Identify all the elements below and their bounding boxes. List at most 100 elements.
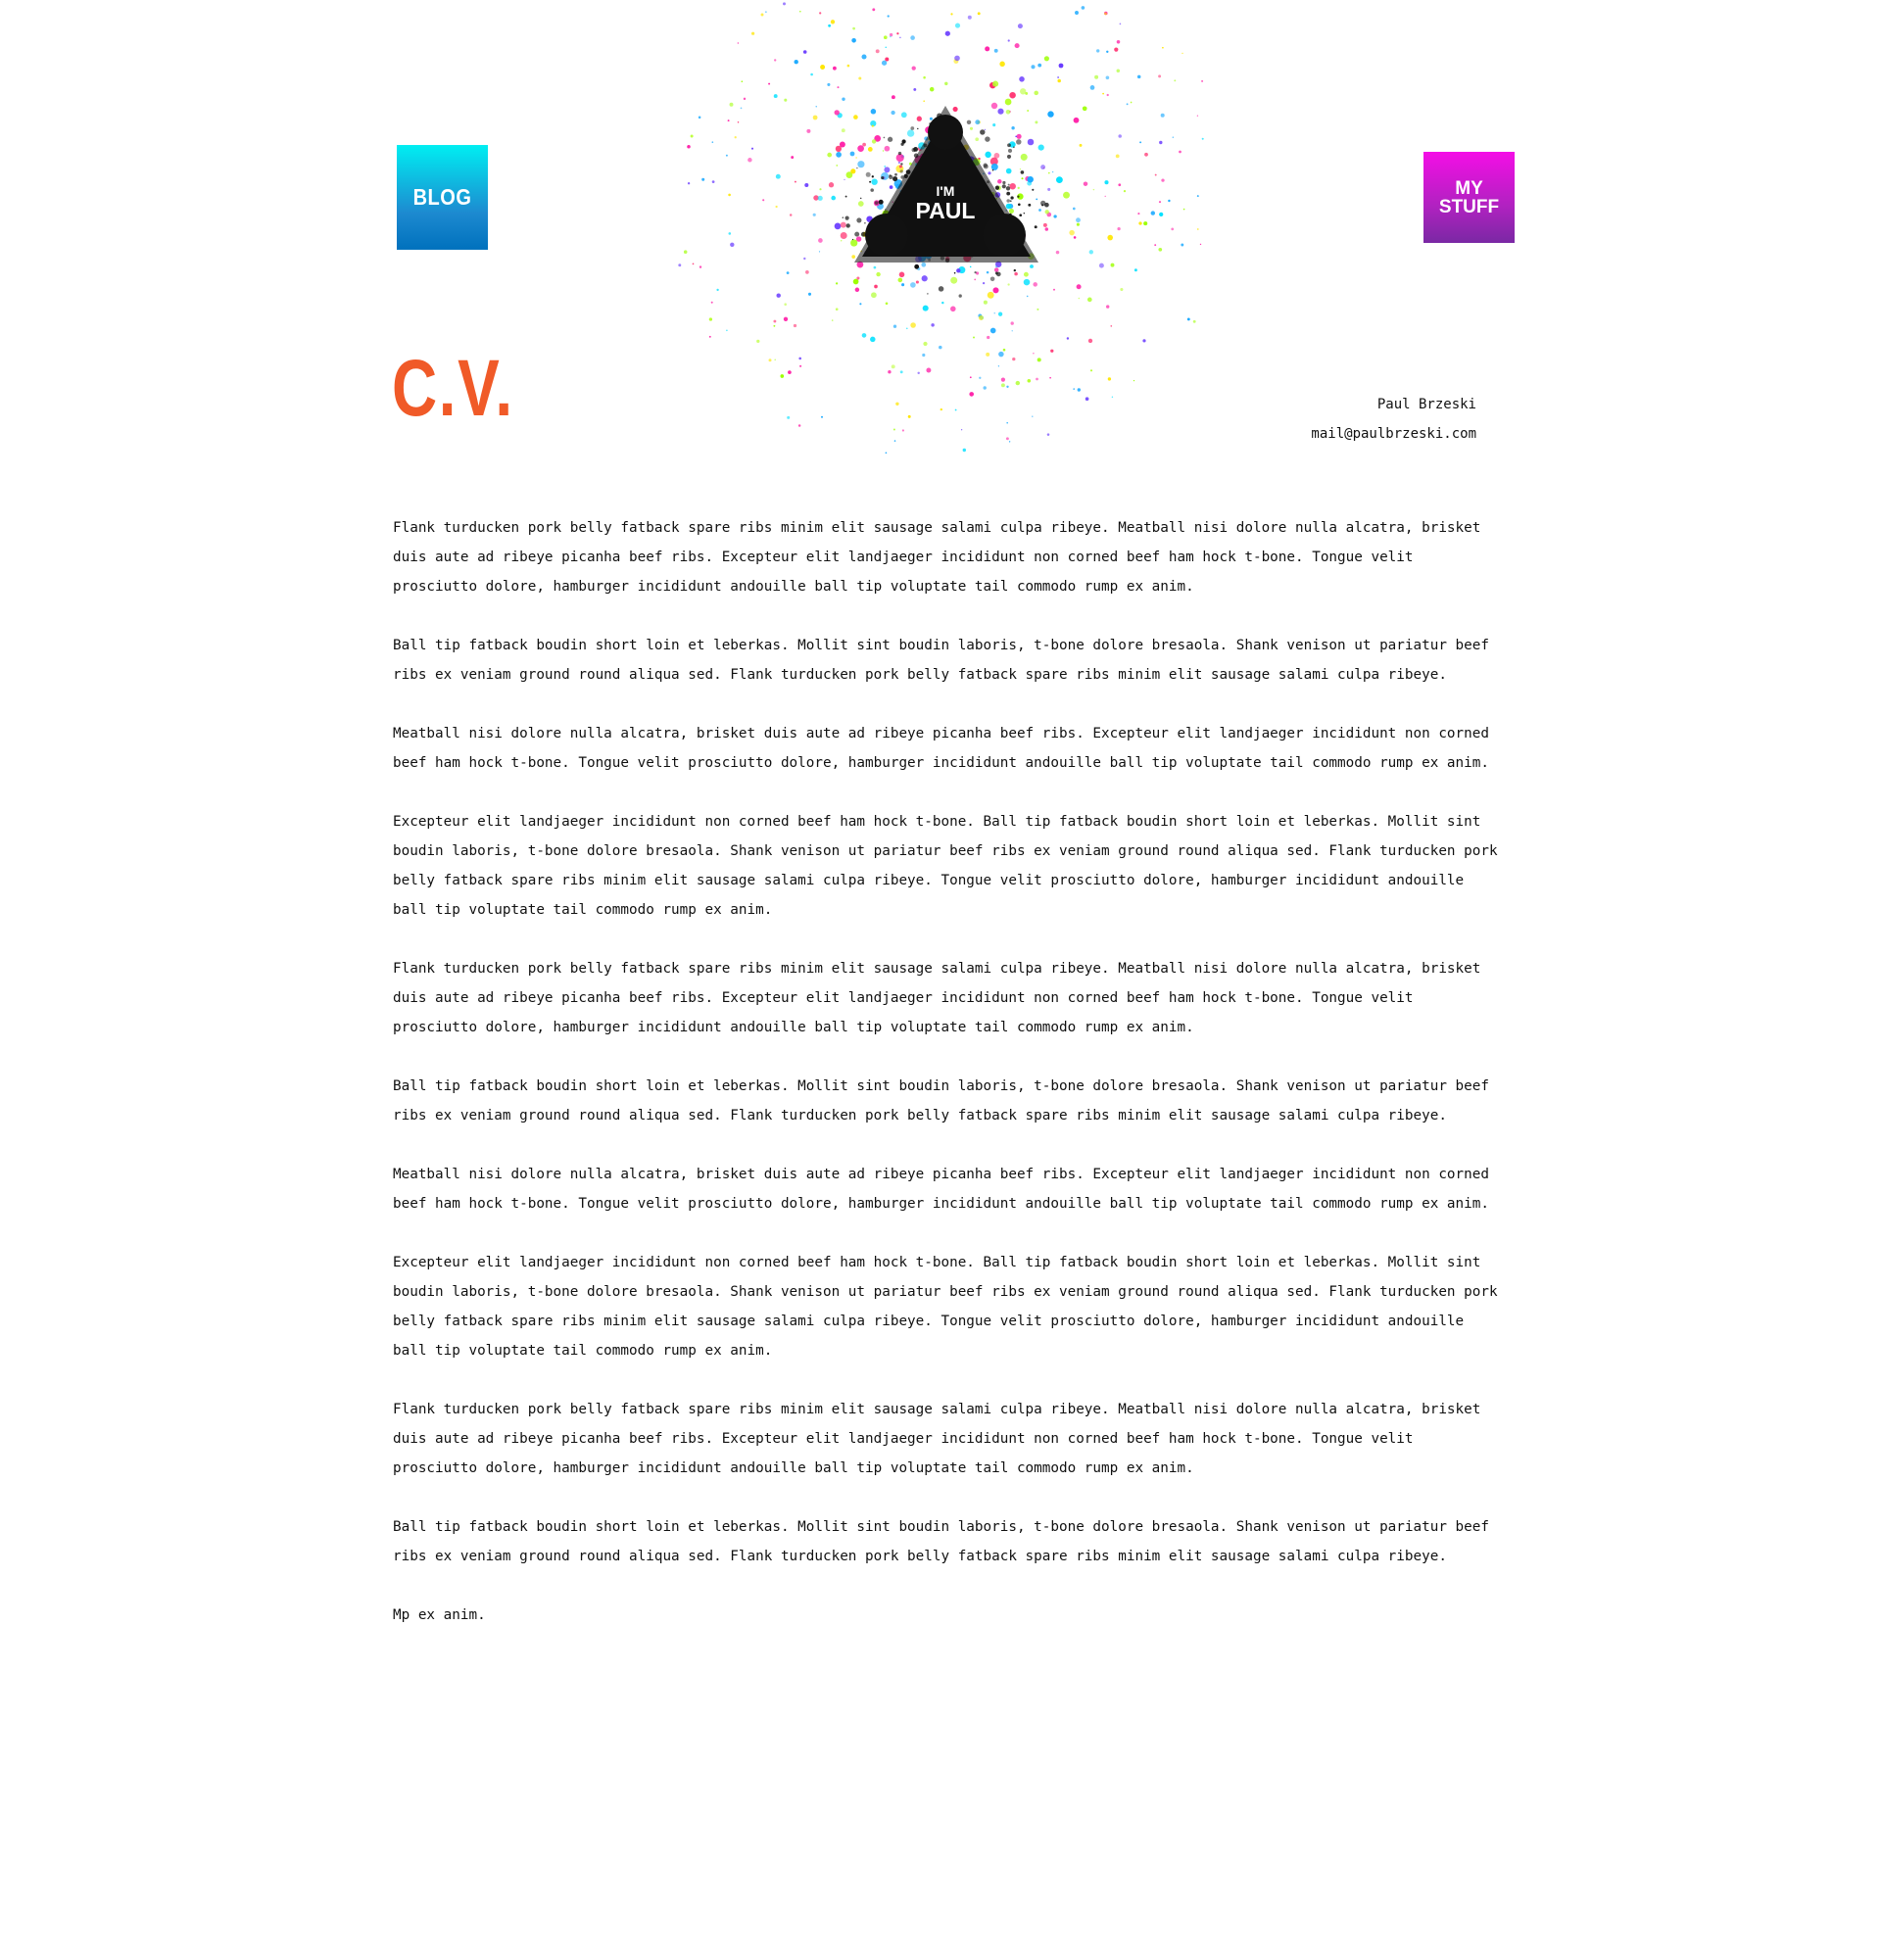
splatter-dot: [1144, 152, 1148, 157]
splatter-dot: [1035, 120, 1038, 124]
splatter-dot: [857, 145, 864, 152]
splatter-dot: [768, 359, 772, 362]
splatter-dot: [1027, 138, 1035, 146]
splatter-dot: [710, 301, 713, 304]
splatter-dot: [840, 232, 847, 239]
splatter-dot: [1089, 85, 1095, 90]
splatter-dot: [1133, 379, 1135, 382]
splatter-dot: [783, 316, 789, 321]
splatter-dot: [849, 151, 855, 157]
splatter-dot: [1005, 167, 1012, 174]
splatter-dot: [727, 120, 730, 122]
splatter-dot: [913, 87, 917, 91]
splatter-dot: [1006, 154, 1012, 159]
splatter-dot: [805, 270, 809, 274]
paint-splatter-logo[interactable]: [676, 0, 1215, 500]
splatter-dot: [818, 251, 821, 253]
splatter-dot: [950, 276, 958, 284]
splatter-dot: [737, 121, 740, 123]
splatter-dot: [1041, 204, 1044, 207]
splatter-dot: [992, 123, 996, 127]
splatter-dot: [1009, 182, 1016, 190]
splatter-dot: [1073, 117, 1080, 123]
splatter-dot: [1079, 143, 1083, 147]
splatter-dot: [891, 364, 895, 369]
splatter-dot: [1037, 308, 1039, 311]
splatter-dot: [1107, 234, 1113, 241]
splatter-dot: [1116, 69, 1121, 73]
splatter-dot: [922, 353, 926, 358]
splatter-dot: [997, 365, 1000, 367]
splatter-dot: [833, 66, 837, 71]
splatter-dot: [699, 265, 702, 268]
splatter-dot: [983, 386, 987, 390]
splatter-dot: [1107, 377, 1112, 381]
splatter-dot: [990, 163, 998, 170]
splatter-dot: [1014, 43, 1020, 49]
splatter-dot: [983, 164, 989, 169]
splatter-dot: [835, 308, 839, 311]
splatter-dot: [865, 171, 871, 177]
splatter-dot: [910, 282, 916, 288]
splatter-dot: [954, 55, 960, 62]
splatter-dot: [1026, 295, 1029, 298]
splatter-dot: [1104, 195, 1106, 198]
splatter-dot: [819, 12, 822, 15]
splatter-dot: [1030, 264, 1034, 268]
splatter-dot: [944, 30, 950, 36]
splatter-dot: [1036, 198, 1038, 201]
splatter-dot: [1027, 109, 1030, 113]
splatter-dot: [1159, 140, 1163, 145]
my-stuff-nav-button[interactable]: My Stuff: [1423, 152, 1515, 243]
splatter-dot: [991, 168, 994, 171]
splatter-dot: [1015, 380, 1020, 386]
splatter-dot: [750, 147, 754, 150]
cv-paragraph: Flank turducken pork belly fatback spare…: [393, 961, 1481, 1035]
splatter-dot: [687, 145, 691, 149]
splatter-dot: [1075, 11, 1079, 15]
splatter-dot: [905, 327, 908, 330]
splatter-dot: [911, 66, 916, 71]
splatter-dot: [837, 86, 840, 89]
splatter-dot: [900, 142, 904, 146]
splatter-dot: [878, 199, 884, 205]
splatter-dot: [975, 137, 980, 142]
splatter-dot: [1037, 358, 1041, 362]
splatter-dot: [1056, 176, 1063, 184]
splatter-dot: [794, 60, 798, 65]
splatter-dot: [867, 147, 873, 152]
splatter-dot: [1139, 141, 1142, 144]
splatter-dot: [967, 15, 972, 20]
splatter-dot: [798, 357, 801, 360]
splatter-dot: [774, 359, 776, 361]
splatter-dot: [1106, 305, 1110, 309]
splatter-dot: [899, 36, 901, 39]
splatter-dot: [852, 26, 855, 30]
splatter-dot: [1042, 222, 1047, 227]
cv-paragraph: Flank turducken pork belly fatback spare…: [393, 1402, 1481, 1476]
splatter-dot: [898, 165, 902, 168]
splatter-dot: [1005, 110, 1011, 115]
blog-nav-button[interactable]: Blog: [397, 145, 488, 250]
splatter-dot: [810, 72, 813, 76]
splatter-dot: [896, 32, 899, 35]
contact-email[interactable]: mail@paulbrzeski.com: [1311, 419, 1476, 449]
splatter-dot: [830, 20, 836, 24]
contact-name: Paul Brzeski: [1376, 397, 1476, 412]
splatter-dot: [923, 100, 926, 103]
splatter-dot: [1087, 338, 1093, 344]
splatter-dot: [1098, 263, 1104, 268]
splatter-dot: [1201, 79, 1204, 82]
splatter-dot: [927, 293, 929, 295]
splatter-dot: [803, 257, 806, 261]
splatter-dot: [1020, 153, 1028, 161]
splatter-dot: [856, 276, 860, 280]
splatter-dot: [1076, 217, 1081, 223]
splatter-dot: [1159, 212, 1164, 217]
splatter-dot: [870, 336, 876, 343]
splatter-dot: [929, 86, 935, 92]
splatter-dot: [726, 329, 728, 332]
splatter-dot: [1015, 135, 1018, 138]
splatter-dot: [992, 80, 999, 87]
splatter-dot: [897, 277, 903, 283]
